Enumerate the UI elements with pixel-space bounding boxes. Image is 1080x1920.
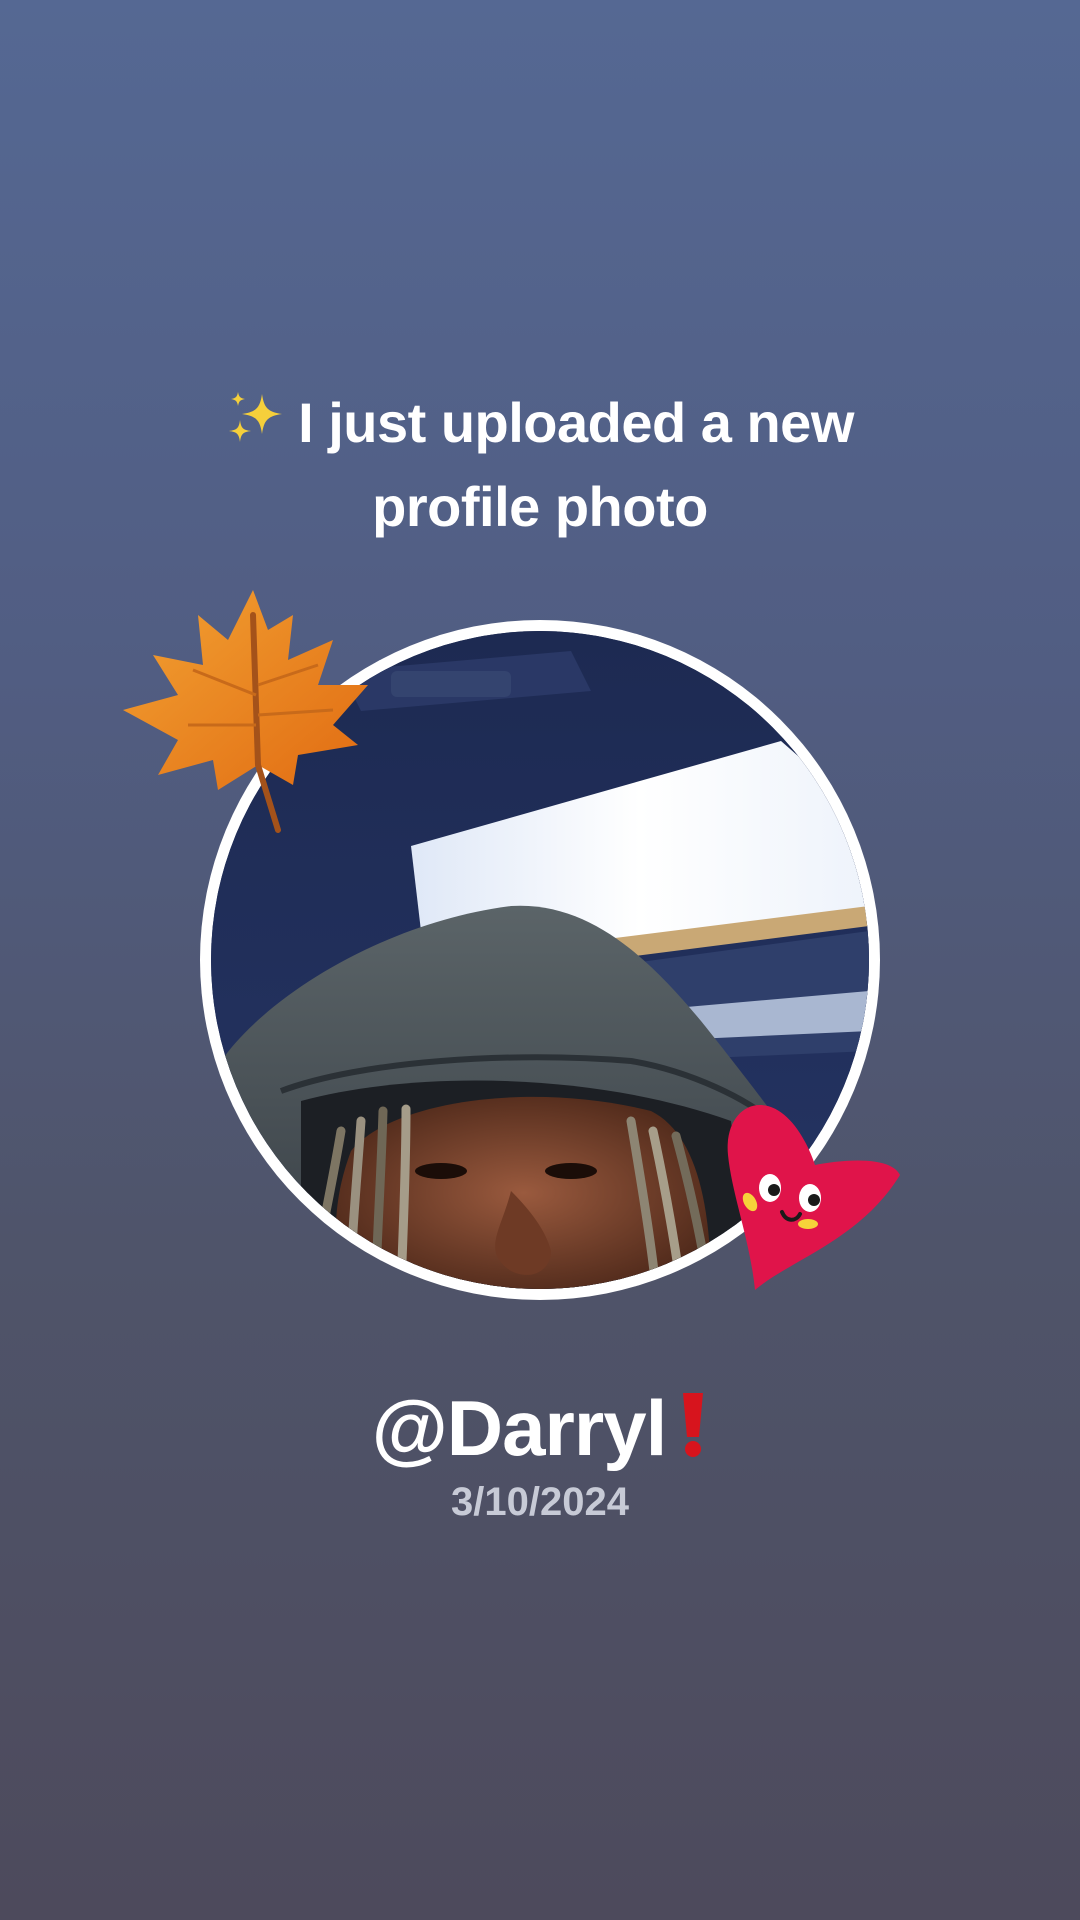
- post-date: 3/10/2024: [451, 1480, 629, 1524]
- headline-text-1: I just uploaded a new: [298, 391, 854, 454]
- headline-line-2: profile photo: [372, 475, 708, 538]
- sparkles-icon: [226, 390, 284, 468]
- headline: I just uploaded a new profile photo: [90, 384, 990, 546]
- maple-leaf-sticker: [118, 585, 388, 840]
- username[interactable]: @Darryl: [372, 1384, 668, 1472]
- profile-photo-announcement: I just uploaded a new profile photo @Dar…: [0, 0, 1080, 1920]
- heart-face-sticker: [720, 1100, 910, 1300]
- headline-line-1: I just uploaded a new: [90, 384, 990, 468]
- username-row: @Darryl: [0, 1383, 1080, 1477]
- exclamation-icon: [678, 1387, 708, 1477]
